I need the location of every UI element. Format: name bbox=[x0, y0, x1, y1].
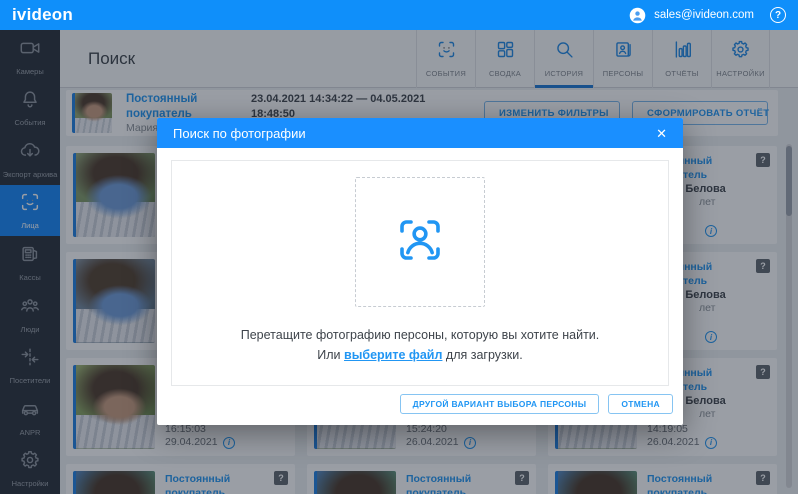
topbar: ivideon sales@ivideon.com ? bbox=[0, 0, 798, 30]
modal-header: Поиск по фотографии ✕ bbox=[157, 118, 683, 148]
app-window: ivideon sales@ivideon.com ? Камеры Событи… bbox=[0, 0, 798, 494]
app-logo: ivideon bbox=[12, 5, 73, 24]
avatar[interactable] bbox=[629, 7, 646, 24]
photo-search-modal: Поиск по фотографии ✕ Перетащите фотогра… bbox=[157, 118, 683, 425]
cancel-button[interactable]: ОТМЕНА bbox=[608, 394, 673, 414]
drop-instruction-line1: Перетащите фотографию персоны, которую в… bbox=[240, 328, 600, 342]
account-email[interactable]: sales@ivideon.com bbox=[654, 9, 754, 21]
photo-dropzone[interactable]: Перетащите фотографию персоны, которую в… bbox=[171, 160, 669, 386]
alternative-person-select-button[interactable]: ДРУГОЙ ВАРИАНТ ВЫБОРА ПЕРСОНЫ bbox=[399, 394, 600, 414]
close-icon[interactable]: ✕ bbox=[656, 127, 667, 140]
choose-file-link[interactable]: выберите файл bbox=[344, 348, 442, 362]
person-scan-icon bbox=[393, 213, 447, 272]
modal-title: Поиск по фотографии bbox=[173, 125, 306, 141]
drop-instruction-line2: Или выберите файл для загрузки. bbox=[317, 348, 523, 362]
help-button[interactable]: ? bbox=[770, 7, 786, 23]
drop-target[interactable] bbox=[355, 177, 485, 307]
